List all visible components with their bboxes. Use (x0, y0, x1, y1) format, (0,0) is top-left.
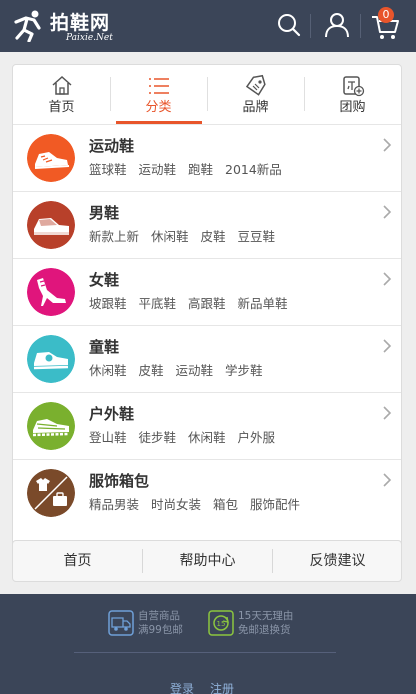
tab-home[interactable]: 首页 (13, 65, 110, 125)
category-tag[interactable]: 平底鞋 (139, 296, 177, 311)
category-tag[interactable]: 休闲鞋 (151, 229, 189, 244)
tab-brand[interactable]: 品牌 (207, 65, 304, 125)
bottom-nav-home[interactable]: 首页 (13, 541, 142, 581)
promo-text: 15天无理由 (238, 610, 294, 622)
bottom-nav-help[interactable]: 帮助中心 (143, 541, 272, 581)
tag-icon (245, 74, 266, 96)
top-header: 拍鞋网 Paixie.Net 0 (0, 0, 416, 52)
category-row-mens-shoes[interactable]: 男鞋 新款上新 休闲鞋 皮鞋 豆豆鞋 (13, 192, 401, 259)
category-tag[interactable]: 徒步鞋 (139, 430, 177, 445)
category-title: 男鞋 (89, 204, 120, 222)
category-tag[interactable]: 皮鞋 (139, 363, 164, 378)
search-icon[interactable] (274, 10, 304, 40)
category-tag[interactable]: 户外服 (238, 430, 276, 445)
main-content: 首页 分类 品牌 团购 运动鞋 篮球鞋 运动鞋 跑鞋 2014新品 男鞋 新款上… (0, 52, 416, 594)
category-tag[interactable]: 时尚女装 (151, 497, 201, 512)
category-title: 女鞋 (89, 271, 120, 289)
category-row-sports-shoes[interactable]: 运动鞋 篮球鞋 运动鞋 跑鞋 2014新品 (13, 125, 401, 192)
category-tags: 篮球鞋 运动鞋 跑鞋 2014新品 (89, 159, 290, 178)
logo[interactable]: 拍鞋网 Paixie.Net (12, 6, 122, 46)
bottom-nav-feedback[interactable]: 反馈建议 (273, 541, 402, 581)
category-title: 服饰箱包 (89, 472, 150, 490)
category-tags: 坡跟鞋 平底鞋 高跟鞋 新品单鞋 (89, 293, 296, 312)
tab-label: 分类 (145, 100, 172, 115)
group-buy-icon (343, 76, 365, 97)
cart-count-badge: 0 (378, 7, 394, 23)
svg-text:15: 15 (217, 620, 226, 628)
category-tags: 新款上新 休闲鞋 皮鞋 豆豆鞋 (89, 226, 283, 245)
category-row-kids-shoes[interactable]: 童鞋 休闲鞋 皮鞋 运动鞋 学步鞋 (13, 326, 401, 393)
category-tag[interactable]: 豆豆鞋 (238, 229, 276, 244)
chevron-right-icon (383, 406, 392, 420)
footer: 自营商品 满99包邮 15 15天无理由 免邮退换货 登录 注册 (0, 594, 416, 694)
category-tag[interactable]: 跑鞋 (188, 162, 213, 177)
promo-text: 免邮退换货 (238, 624, 291, 636)
tab-label: 团购 (339, 100, 366, 115)
promo-text: 自营商品 (138, 610, 180, 622)
tab-label: 首页 (48, 100, 75, 115)
logo-subtitle: Paixie.Net (66, 33, 113, 43)
chevron-right-icon (383, 205, 392, 219)
kids-shoe-icon (27, 335, 75, 383)
logo-runner-icon (14, 10, 41, 42)
category-tag[interactable]: 学步鞋 (225, 363, 263, 378)
category-tag[interactable]: 服饰配件 (250, 497, 300, 512)
category-tag[interactable]: 高跟鞋 (188, 296, 226, 311)
header-divider (360, 14, 361, 38)
category-tags: 精品男装 时尚女装 箱包 服饰配件 (89, 494, 308, 513)
tab-label: 品牌 (242, 100, 269, 115)
category-title: 户外鞋 (89, 405, 135, 423)
active-tab-indicator (116, 121, 202, 124)
category-tag[interactable]: 新款上新 (89, 229, 139, 244)
header-divider (310, 14, 311, 38)
category-tag[interactable]: 运动鞋 (139, 162, 177, 177)
category-title: 童鞋 (89, 338, 120, 356)
category-title: 运动鞋 (89, 137, 135, 155)
category-tag[interactable]: 篮球鞋 (89, 162, 127, 177)
category-tag[interactable]: 登山鞋 (89, 430, 127, 445)
category-tag[interactable]: 休闲鞋 (188, 430, 226, 445)
outdoor-shoe-icon (27, 402, 75, 450)
user-icon[interactable] (322, 10, 352, 40)
category-panel: 首页 分类 品牌 团购 运动鞋 篮球鞋 运动鞋 跑鞋 2014新品 男鞋 新款上… (12, 64, 402, 578)
category-tag[interactable]: 精品男装 (89, 497, 139, 512)
category-row-outdoor-shoes[interactable]: 户外鞋 登山鞋 徒步鞋 休闲鞋 户外服 (13, 393, 401, 460)
chevron-right-icon (383, 339, 392, 353)
truck-icon (108, 610, 134, 636)
category-tag[interactable]: 休闲鞋 (89, 363, 127, 378)
category-tag[interactable]: 新品单鞋 (238, 296, 288, 311)
return-15-days-icon: 15 (208, 610, 234, 636)
login-link[interactable]: 登录 (170, 680, 194, 694)
category-tag[interactable]: 2014新品 (225, 162, 282, 177)
logo-title: 拍鞋网 (50, 12, 111, 34)
chevron-right-icon (383, 138, 392, 152)
mens-shoe-icon (27, 201, 75, 249)
promo-text: 满99包邮 (138, 624, 183, 636)
category-tag[interactable]: 箱包 (213, 497, 238, 512)
tab-group-buy[interactable]: 团购 (304, 65, 401, 125)
register-link[interactable]: 注册 (210, 680, 234, 694)
category-tag[interactable]: 坡跟鞋 (89, 296, 127, 311)
apparel-bag-icon (27, 469, 75, 517)
tab-bar: 首页 分类 品牌 团购 (13, 65, 401, 125)
chevron-right-icon (383, 272, 392, 286)
high-heel-icon (27, 268, 75, 316)
category-row-apparel-bags[interactable]: 服饰箱包 精品男装 时尚女装 箱包 服饰配件 (13, 460, 401, 527)
sports-shoe-icon (27, 134, 75, 182)
home-icon (52, 75, 72, 95)
category-tags: 休闲鞋 皮鞋 运动鞋 学步鞋 (89, 360, 271, 379)
footer-divider (74, 652, 336, 653)
bottom-nav: 首页 帮助中心 反馈建议 (12, 540, 402, 582)
category-tag[interactable]: 皮鞋 (201, 229, 226, 244)
list-icon (149, 78, 169, 94)
category-row-womens-shoes[interactable]: 女鞋 坡跟鞋 平底鞋 高跟鞋 新品单鞋 (13, 259, 401, 326)
chevron-right-icon (383, 473, 392, 487)
category-tag[interactable]: 运动鞋 (176, 363, 214, 378)
tab-category[interactable]: 分类 (110, 65, 207, 125)
category-tags: 登山鞋 徒步鞋 休闲鞋 户外服 (89, 427, 283, 446)
